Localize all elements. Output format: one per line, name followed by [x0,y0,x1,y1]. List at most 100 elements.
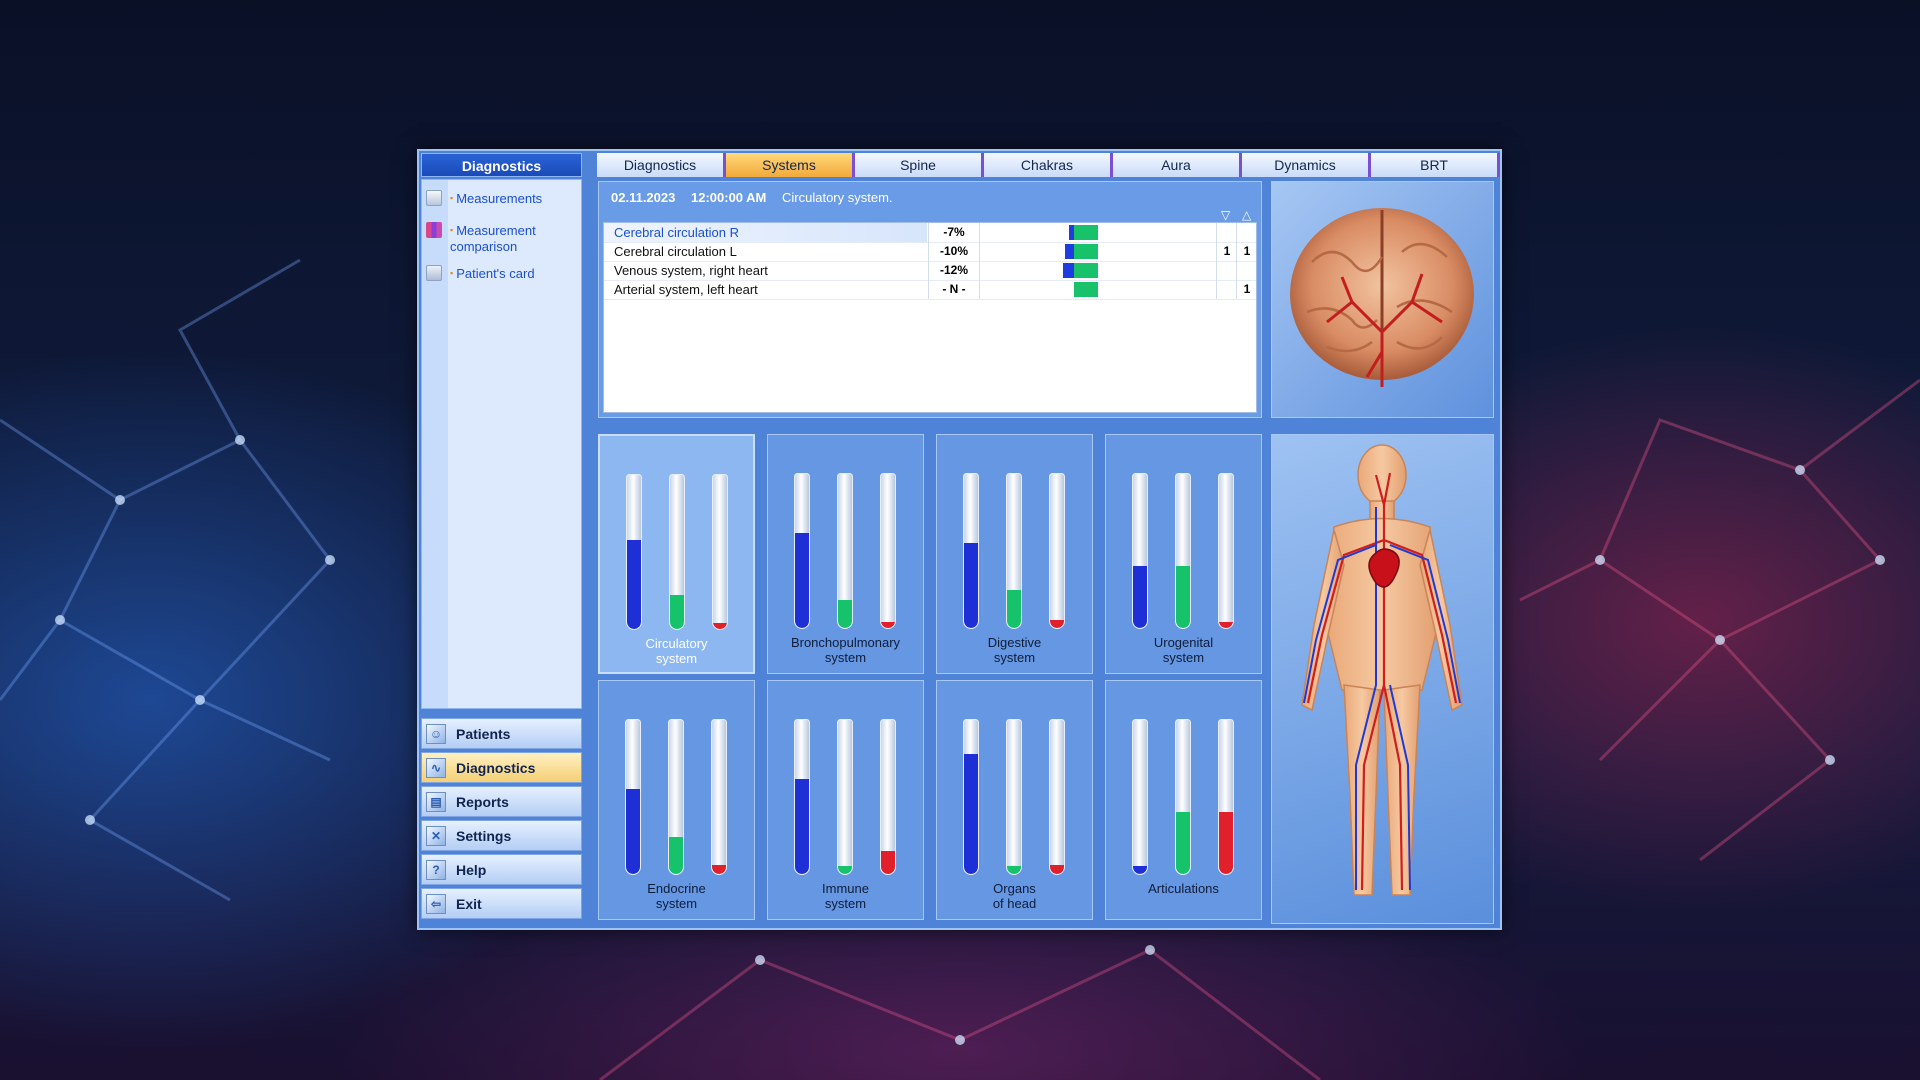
tile-label: Urogenital system [1153,635,1214,665]
system-name: Circulatory system. [782,190,893,205]
nav-label: Help [456,861,487,878]
tube-red [1049,473,1065,629]
exit-icon: ⇦ [426,893,446,914]
system-tile-circulatory[interactable]: Circulatory system [598,434,755,674]
level-bar [1064,225,1104,240]
table-row[interactable]: Arterial system, left heart - N - 1 [604,280,1256,300]
marker-2: 1 [1236,280,1257,299]
organ-name: Arterial system, left heart [614,282,758,297]
marker-1 [1216,280,1237,299]
chart-icon [426,222,442,238]
organ-name: Venous system, right heart [614,263,768,278]
tube-red [1218,473,1234,629]
tube-red [880,719,896,875]
tab-brt[interactable]: BRT [1371,153,1500,177]
tube-green [837,473,853,629]
system-tile-immune[interactable]: Immune system [767,680,924,920]
table-row[interactable]: Cerebral circulation R -7% [604,223,1256,243]
table-icon [426,190,442,206]
marker-2 [1236,261,1257,280]
tube-green [1006,473,1022,629]
tab-bar: Diagnostics Systems Spine Chakras Aura D… [597,153,1500,177]
organ-table: Cerebral circulation R -7% Cerebral circ… [603,222,1257,413]
menu-item-patients-card[interactable]: Patient's card [426,265,570,282]
organ-name: Cerebral circulation R [614,225,739,240]
help-icon: ? [426,859,446,880]
tab-diagnostics[interactable]: Diagnostics [597,153,726,177]
level-bar [1064,244,1104,259]
tab-aura[interactable]: Aura [1113,153,1242,177]
app-window: Diagnostics Measurements Measurement com… [417,149,1502,930]
left-panel-title: Diagnostics [421,153,582,177]
sort-down-icon[interactable]: ▽ [1221,208,1230,222]
nav-settings-button[interactable]: ✕ Settings [421,820,582,851]
tab-spine[interactable]: Spine [855,153,984,177]
menu-item-measurement-comparison[interactable]: Measurement comparison [426,222,570,255]
nav-label: Reports [456,793,509,810]
tab-systems[interactable]: Systems [726,153,855,177]
organ-name: Cerebral circulation L [614,244,737,259]
tube-blue [963,473,979,629]
circulatory-body-illustration [1301,444,1463,896]
body-image-panel [1271,434,1494,924]
patients-icon: ☺ [426,723,446,744]
nav-label: Settings [456,827,512,844]
tile-label: Endocrine system [647,881,706,911]
tab-dynamics[interactable]: Dynamics [1242,153,1371,177]
tube-blue [794,719,810,875]
table-row[interactable]: Venous system, right heart -12% [604,261,1256,281]
nav-label: Patients [456,725,511,742]
info-header: 02.11.2023 12:00:00 AM Circulatory syste… [611,190,893,205]
nav-help-button[interactable]: ? Help [421,854,582,885]
tube-blue [626,474,642,630]
tube-blue [625,719,641,875]
measurement-date: 02.11.2023 [611,190,676,205]
nav-label: Diagnostics [456,759,536,776]
brain-illustration [1290,208,1474,387]
marker-2: 1 [1236,242,1257,261]
nav-diagnostics-button[interactable]: ∿ Diagnostics [421,752,582,783]
nav-label: Exit [456,895,482,912]
tube-red [711,719,727,875]
sort-up-icon[interactable]: △ [1242,208,1251,222]
nav-exit-button[interactable]: ⇦ Exit [421,888,582,919]
tile-label: Articulations [1148,881,1219,896]
settings-icon: ✕ [426,825,446,846]
tube-green [1175,473,1191,629]
measurement-time: 12:00:00 AM [690,190,767,205]
deviation-value: -10% [928,242,980,261]
nav-reports-button[interactable]: ▤ Reports [421,786,582,817]
left-menu: Measurements Measurement comparison Pati… [421,179,582,709]
marker-1 [1216,261,1237,280]
tube-green [668,719,684,875]
menu-item-label: Measurement comparison [450,222,570,255]
tube-red [1049,719,1065,875]
tube-green [669,474,685,630]
tile-label: Immune system [822,881,869,911]
left-panel: Diagnostics Measurements Measurement com… [421,153,582,926]
tile-label: Bronchopulmonary system [790,635,901,665]
system-tile-urogenital[interactable]: Urogenital system [1105,434,1262,674]
system-tile-digestive[interactable]: Digestive system [936,434,1093,674]
tube-red [712,474,728,630]
tube-red [1218,719,1234,875]
tube-blue [794,473,810,629]
level-bar [1063,263,1104,278]
tube-blue [1132,719,1148,875]
tube-green [1175,719,1191,875]
tube-green [837,719,853,875]
nav-patients-button[interactable]: ☺ Patients [421,718,582,749]
system-tile-bronchopulmonary[interactable]: Bronchopulmonary system [767,434,924,674]
menu-item-label: Patient's card [450,265,570,282]
system-tile-articulations[interactable]: Articulations [1105,680,1262,920]
system-tile-organs-of-head[interactable]: Organs of head [936,680,1093,920]
menu-item-measurements[interactable]: Measurements [426,190,570,207]
tube-red [880,473,896,629]
tube-blue [1132,473,1148,629]
deviation-value: -7% [928,223,980,242]
deviation-value: - N - [928,280,980,299]
system-info-panel: 02.11.2023 12:00:00 AM Circulatory syste… [598,181,1262,418]
tab-chakras[interactable]: Chakras [984,153,1113,177]
system-tile-endocrine[interactable]: Endocrine system [598,680,755,920]
table-row[interactable]: Cerebral circulation L -10% 1 1 [604,242,1256,262]
